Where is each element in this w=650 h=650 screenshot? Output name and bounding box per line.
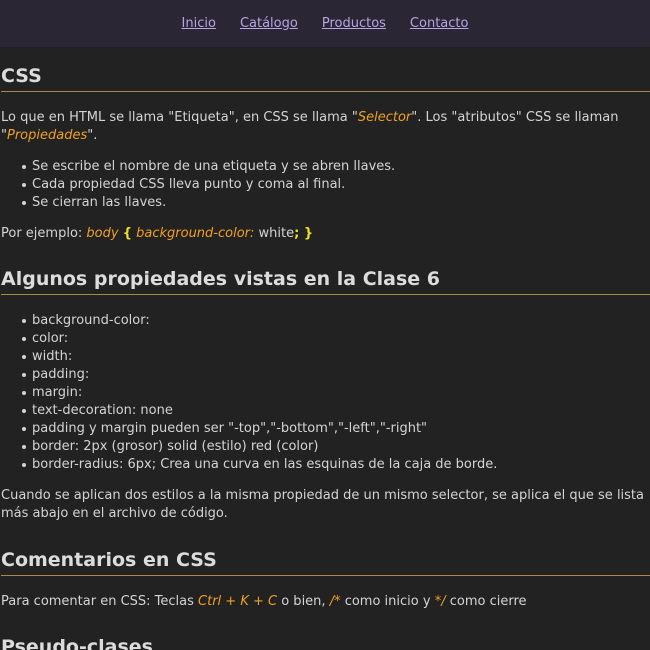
list-item: padding y margin pueden ser "-top","-bot…	[22, 420, 650, 438]
intro-text-1: Lo que en HTML se llama "Etiqueta", en C…	[1, 110, 358, 125]
example-selector: body	[86, 226, 119, 241]
comments-paragraph: Para comentar en CSS: Teclas Ctrl + K + …	[1, 593, 650, 611]
css-steps-list: Se escribe el nombre de una etiqueta y s…	[1, 158, 650, 212]
comment-text-2: o bien,	[277, 594, 330, 609]
list-item: Se cierran las llaves.	[22, 194, 650, 212]
intro-text-3: ".	[87, 128, 98, 143]
comment-close-token: */	[434, 594, 446, 609]
list-item: text-decoration: none	[22, 402, 650, 420]
example-value: white	[254, 226, 295, 241]
list-item: border: 2px (grosor) solid (estilo) red …	[22, 438, 650, 456]
nav-link-contacto[interactable]: Contacto	[410, 16, 469, 31]
example-property: background-color:	[136, 226, 255, 241]
example-open-brace: {	[122, 226, 132, 241]
comment-text-1: Para comentar en CSS: Teclas	[1, 594, 199, 609]
list-item: background-color:	[22, 312, 650, 330]
list-item: padding:	[22, 366, 650, 384]
list-item: color:	[22, 330, 650, 348]
list-item: margin:	[22, 384, 650, 402]
css-intro-paragraph: Lo que en HTML se llama "Etiqueta", en C…	[1, 109, 650, 145]
list-item: Cada propiedad CSS lleva punto y coma al…	[22, 176, 650, 194]
top-navbar: Inicio Catálogo Productos Contacto	[0, 0, 650, 47]
cascade-note-paragraph: Cuando se aplican dos estilos a la misma…	[1, 488, 644, 521]
comment-text-3: como inicio y	[340, 594, 435, 609]
example-prefix: Por ejemplo:	[1, 226, 87, 241]
properties-list: background-color: color: width: padding:…	[1, 312, 650, 474]
list-item: width:	[22, 348, 650, 366]
propiedades-term: Propiedades	[6, 128, 88, 143]
nav-link-inicio[interactable]: Inicio	[182, 16, 216, 31]
comment-open-token: /*	[329, 594, 341, 609]
css-example-paragraph: Por ejemplo: body { background-color: wh…	[1, 225, 650, 243]
comment-text-4: como cierre	[445, 594, 527, 609]
selector-term: Selector	[357, 110, 412, 125]
heading-css: CSS	[1, 65, 650, 92]
heading-comments: Comentarios en CSS	[1, 549, 650, 576]
comment-keys: Ctrl + K + C	[198, 594, 278, 609]
example-close-brace: ; }	[294, 226, 314, 241]
main-content: CSS Lo que en HTML se llama "Etiqueta", …	[0, 65, 650, 650]
nav-link-productos[interactable]: Productos	[322, 16, 386, 31]
heading-properties: Algunos propiedades vistas en la Clase 6	[1, 268, 650, 295]
nav-link-catalogo[interactable]: Catálogo	[240, 16, 298, 31]
heading-pseudo-classes: Pseudo-clases	[1, 636, 650, 650]
list-item: border-radius: 6px; Crea una curva en la…	[22, 456, 650, 474]
list-item: Se escribe el nombre de una etiqueta y s…	[22, 158, 650, 176]
